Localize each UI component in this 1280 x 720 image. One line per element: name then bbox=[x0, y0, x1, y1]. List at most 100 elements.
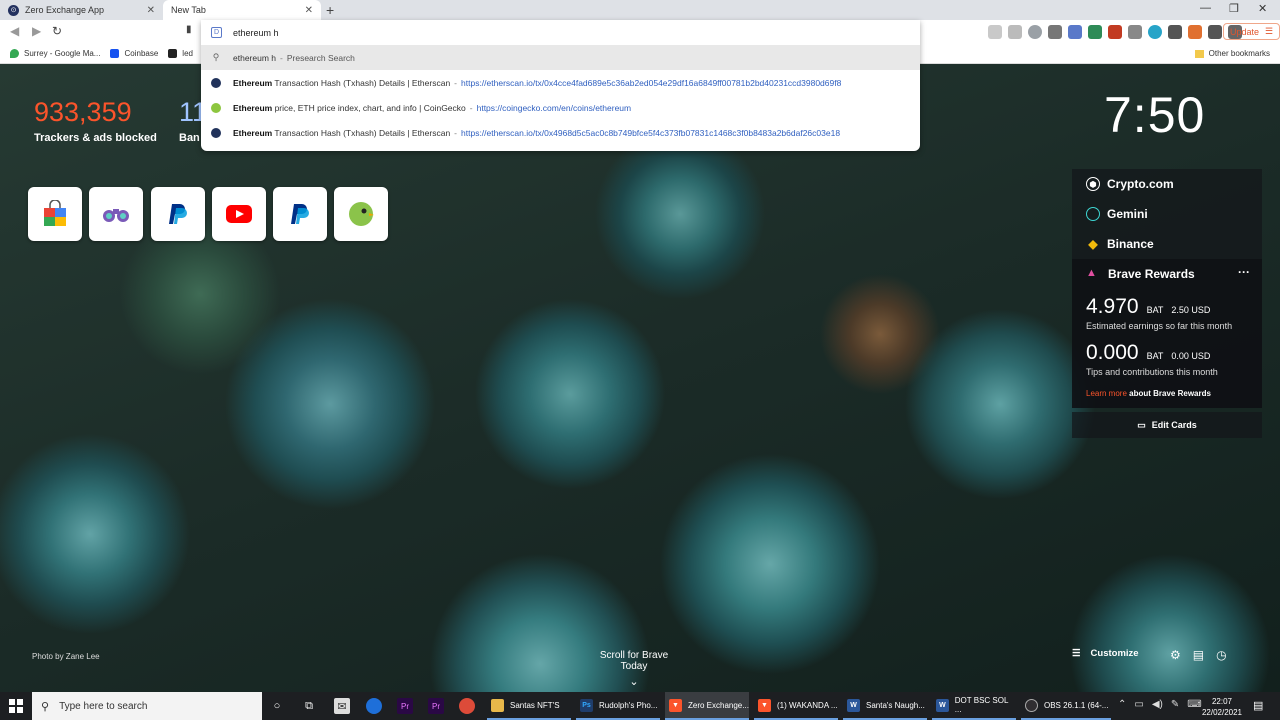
taskbar-app-label: Santa's Naugh... bbox=[866, 700, 925, 710]
taskbar-app[interactable]: Santas NFT'S bbox=[487, 692, 571, 720]
brave-icon: ▼ bbox=[758, 698, 771, 712]
search-icon: ⚲ bbox=[212, 52, 220, 62]
forward-arrow-icon[interactable]: ▶ bbox=[32, 24, 41, 38]
address-bar-text[interactable]: ethereum h bbox=[233, 28, 279, 38]
top-site-tile[interactable] bbox=[28, 187, 82, 241]
led-icon bbox=[168, 49, 178, 58]
extension-icon[interactable] bbox=[1168, 25, 1182, 39]
bookmark-icon[interactable]: ▮ bbox=[186, 24, 192, 35]
network-icon[interactable]: ▭ bbox=[1134, 699, 1143, 710]
settings-gear-icon[interactable]: ⚙ bbox=[1170, 648, 1181, 662]
close-tab-icon[interactable]: ✕ bbox=[305, 5, 313, 16]
taskbar-search[interactable]: ⚲ Type here to search bbox=[32, 692, 262, 720]
bookmark-label: Coinbase bbox=[124, 49, 159, 58]
customize-button[interactable]: ☰ Customize bbox=[1072, 648, 1139, 659]
edit-cards-button[interactable]: ▭ Edit Cards bbox=[1072, 412, 1262, 438]
chevron-down-icon: ⌄ bbox=[629, 676, 639, 688]
taskbar-app[interactable]: OBS 26.1.1 (64-... bbox=[1021, 692, 1111, 720]
taskbar-app[interactable]: W Santa's Naugh... bbox=[843, 692, 927, 720]
new-tab-page: 933,359 Trackers & ads blocked 11. Ban 7… bbox=[0, 64, 1280, 692]
system-tray: ⌃ ▭ ◀) ✎ ⌨ bbox=[1118, 699, 1202, 710]
new-tab-plus-icon[interactable]: + bbox=[326, 2, 334, 18]
window-close-icon[interactable]: ✕ bbox=[1258, 2, 1267, 15]
close-tab-icon[interactable]: ✕ bbox=[147, 5, 155, 16]
start-button[interactable] bbox=[0, 692, 32, 720]
taskbar-app[interactable]: Ps Rudolph's Pho... bbox=[576, 692, 660, 720]
chrome-icon[interactable] bbox=[459, 698, 475, 714]
shield-icon[interactable] bbox=[1028, 25, 1042, 39]
edge-icon[interactable] bbox=[366, 698, 382, 714]
word-icon: W bbox=[936, 698, 949, 712]
taskbar-app-label: OBS 26.1.1 (64-... bbox=[1044, 700, 1109, 710]
search-icon: ⚲ bbox=[41, 700, 50, 713]
suggestion-url: https://coingecko.com/en/coins/ethereum bbox=[476, 102, 632, 113]
folder-icon bbox=[1194, 49, 1204, 58]
premiere-icon[interactable]: Pr bbox=[397, 698, 413, 714]
update-button[interactable]: Update ☰ bbox=[1223, 23, 1280, 40]
minimize-icon[interactable]: — bbox=[1200, 2, 1211, 14]
extension-icon[interactable] bbox=[1148, 25, 1162, 39]
extension-icon[interactable] bbox=[1088, 25, 1102, 39]
speaker-icon[interactable]: ◀) bbox=[1152, 699, 1163, 710]
extension-icon[interactable] bbox=[1188, 25, 1202, 39]
taskbar-app[interactable]: ▼ (1) WAKANDA ... bbox=[754, 692, 838, 720]
mail-icon[interactable]: ✉ bbox=[334, 698, 350, 714]
top-site-tile[interactable] bbox=[89, 187, 143, 241]
cortana-icon[interactable]: ○ bbox=[269, 698, 285, 714]
restore-icon[interactable]: ❐ bbox=[1229, 2, 1239, 15]
other-bookmarks[interactable]: Other bookmarks bbox=[1194, 49, 1270, 58]
gemini-icon bbox=[1086, 207, 1100, 221]
map-pin-icon bbox=[10, 49, 19, 58]
gemini-card[interactable]: Gemini bbox=[1072, 199, 1262, 229]
more-options-icon[interactable]: ··· bbox=[1238, 265, 1250, 279]
premiere-icon[interactable]: Pr bbox=[428, 698, 444, 714]
paypal-icon bbox=[291, 204, 309, 224]
extension-icon[interactable] bbox=[1108, 25, 1122, 39]
suggestion-title-bold: Ethereum bbox=[233, 102, 273, 113]
extension-icon[interactable] bbox=[988, 25, 1002, 39]
history-icon[interactable]: ◷ bbox=[1216, 648, 1226, 662]
search-engine-icon: D bbox=[211, 27, 222, 38]
taskbar-app[interactable]: W DOT BSC SOL ... bbox=[932, 692, 1016, 720]
tips-caption: Tips and contributions this month bbox=[1086, 367, 1218, 377]
back-arrow-icon[interactable]: ◀ bbox=[10, 24, 19, 38]
extension-icon[interactable] bbox=[1008, 25, 1022, 39]
pen-icon[interactable]: ✎ bbox=[1171, 699, 1179, 710]
photo-credit[interactable]: Photo by Zane Lee bbox=[32, 652, 100, 661]
omnibox-suggestion[interactable]: Ethereum price, ETH price index, chart, … bbox=[201, 95, 920, 120]
bookmark-coinbase[interactable]: Coinbase bbox=[110, 49, 158, 58]
task-view-icon[interactable]: ⧉ bbox=[301, 698, 317, 714]
reload-icon[interactable]: ↻ bbox=[52, 24, 62, 38]
rewards-learn-more: Learn more about Brave Rewards bbox=[1086, 389, 1248, 398]
top-site-tile[interactable] bbox=[334, 187, 388, 241]
notifications-icon[interactable]: ▤ bbox=[1253, 699, 1263, 712]
binance-card[interactable]: ◆ Binance bbox=[1072, 229, 1262, 259]
chevron-up-icon[interactable]: ⌃ bbox=[1118, 699, 1126, 710]
extension-icon[interactable] bbox=[1128, 25, 1142, 39]
edit-cards-label: Edit Cards bbox=[1151, 420, 1197, 430]
learn-more-link[interactable]: Learn more bbox=[1086, 389, 1127, 398]
brave-rewards-icon: ▲ bbox=[1086, 267, 1097, 279]
puzzle-icon[interactable] bbox=[1208, 25, 1222, 39]
top-site-tile[interactable] bbox=[273, 187, 327, 241]
scroll-for-brave-today[interactable]: Scroll for Brave Today ⌄ bbox=[586, 650, 682, 688]
bookmark-led[interactable]: led bbox=[168, 49, 193, 58]
top-site-tile[interactable] bbox=[212, 187, 266, 241]
top-site-tile[interactable] bbox=[151, 187, 205, 241]
green-bird-icon bbox=[349, 202, 374, 226]
tab-zero-exchange[interactable]: ⊙ Zero Exchange App ✕ bbox=[0, 0, 163, 20]
extension-icon[interactable] bbox=[1048, 25, 1062, 39]
translate-icon[interactable] bbox=[1068, 25, 1082, 39]
taskbar-clock[interactable]: 22:07 22/02/2021 bbox=[1200, 696, 1244, 718]
bookmarks-icon[interactable]: ▤ bbox=[1193, 648, 1204, 662]
tab-new-tab[interactable]: New Tab ✕ bbox=[163, 0, 321, 20]
address-bar[interactable]: D ethereum h bbox=[201, 20, 920, 45]
omnibox-suggestion[interactable]: Ethereum Transaction Hash (Txhash) Detai… bbox=[201, 120, 920, 145]
tips-usd: 0.00 USD bbox=[1171, 351, 1211, 361]
suggestion-url: https://etherscan.io/tx/0x4968d5c5ac0c8b… bbox=[461, 127, 841, 138]
taskbar-app[interactable]: ▼ Zero Exchange... bbox=[665, 692, 749, 720]
omnibox-suggestion[interactable]: ⚲ ethereum h - Presearch Search bbox=[201, 45, 920, 70]
omnibox-suggestion[interactable]: Ethereum Transaction Hash (Txhash) Detai… bbox=[201, 70, 920, 95]
bookmark-google-maps[interactable]: Surrey - Google Ma... bbox=[10, 49, 100, 58]
cryptocom-card[interactable]: ⬢ Crypto.com bbox=[1072, 169, 1262, 199]
